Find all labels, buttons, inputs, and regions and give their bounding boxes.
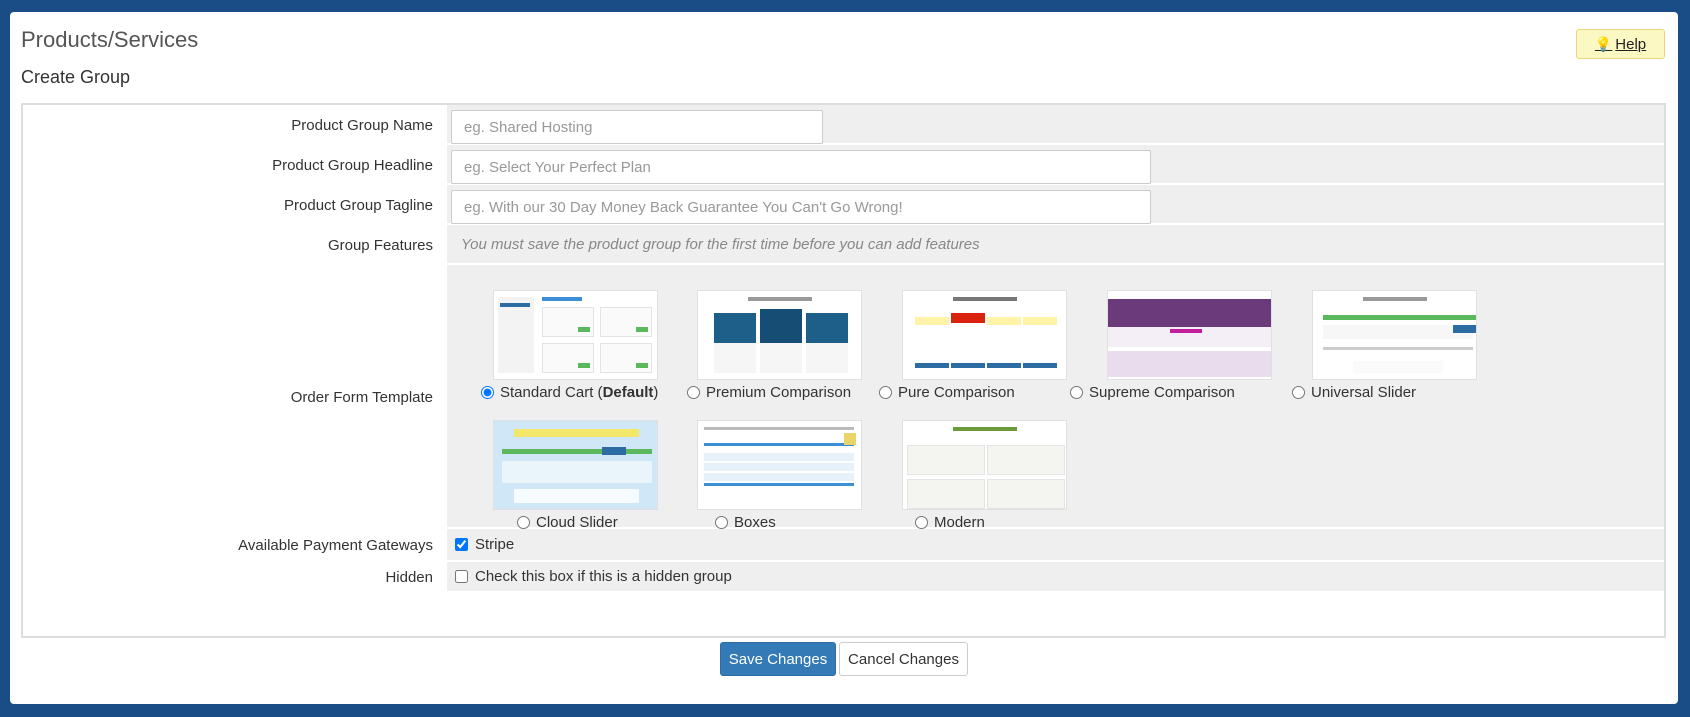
group-features-note: You must save the product group for the … <box>461 235 980 253</box>
premium-comparison-label: Premium Comparison <box>706 384 852 401</box>
pure-comparison-label: Pure Comparison <box>898 384 1015 401</box>
group-name-field-cell <box>447 105 1664 145</box>
row-group-name: Product Group Name <box>23 105 1664 145</box>
template-option-universal-slider[interactable]: Universal Slider <box>1292 384 1416 401</box>
save-changes-button[interactable]: Save Changes <box>720 642 836 676</box>
group-features-field-cell: You must save the product group for the … <box>447 225 1664 265</box>
supreme-comparison-label: Supreme Comparison <box>1089 384 1235 401</box>
row-tagline: Product Group Tagline <box>23 185 1664 225</box>
hidden-label: Hidden <box>23 562 440 593</box>
lightbulb-icon: 💡 <box>1594 35 1613 52</box>
group-name-label: Product Group Name <box>23 105 440 145</box>
cancel-changes-button[interactable]: Cancel Changes <box>839 642 968 676</box>
tagline-field-cell <box>447 185 1664 225</box>
standard-cart-label: Standard Cart (Default) <box>500 384 659 401</box>
stripe-checkbox[interactable] <box>455 538 468 551</box>
payment-gateways-field-cell: Stripe <box>447 529 1664 562</box>
row-order-form-template: Order Form Template Standard Cart (Defau… <box>23 265 1664 531</box>
hidden-checkbox-text: Check this box if this is a hidden group <box>475 568 732 585</box>
hidden-field-cell: Check this box if this is a hidden group <box>447 562 1664 593</box>
stripe-label: Stripe <box>475 536 515 553</box>
create-group-form: Product Group Name Product Group Headlin… <box>21 103 1666 638</box>
hidden-option[interactable]: Check this box if this is a hidden group <box>455 562 732 591</box>
universal-slider-label: Universal Slider <box>1311 384 1417 401</box>
order-form-template-field-cell: Standard Cart (Default) Premium Comparis… <box>447 265 1664 531</box>
headline-field-cell <box>447 145 1664 185</box>
standard-cart-radio[interactable] <box>481 386 494 399</box>
boxes-thumbnail[interactable] <box>697 420 862 510</box>
row-payment-gateways: Available Payment Gateways Stripe <box>23 529 1664 562</box>
help-button[interactable]: 💡 Help <box>1576 29 1665 59</box>
gateway-stripe[interactable]: Stripe <box>455 529 514 560</box>
main-panel: Products/Services Create Group 💡 Help Pr… <box>10 12 1678 704</box>
section-title: Create Group <box>21 67 131 87</box>
tagline-label: Product Group Tagline <box>23 185 440 225</box>
template-option-supreme-comparison[interactable]: Supreme Comparison <box>1070 384 1235 401</box>
row-headline: Product Group Headline <box>23 145 1664 185</box>
supreme-comparison-radio[interactable] <box>1070 386 1083 399</box>
payment-gateways-label: Available Payment Gateways <box>23 529 440 562</box>
hidden-checkbox[interactable] <box>455 570 468 583</box>
order-form-template-label: Order Form Template <box>23 265 440 529</box>
cloud-slider-thumbnail[interactable] <box>493 420 658 510</box>
page-title: Products/Services <box>21 27 199 52</box>
universal-slider-thumbnail[interactable] <box>1312 290 1477 380</box>
premium-comparison-radio[interactable] <box>687 386 700 399</box>
row-group-features: Group Features You must save the product… <box>23 225 1664 265</box>
group-features-label: Group Features <box>23 225 440 265</box>
modern-radio[interactable] <box>915 516 928 529</box>
template-option-premium-comparison[interactable]: Premium Comparison <box>687 384 851 401</box>
group-name-input[interactable] <box>451 110 823 144</box>
supreme-comparison-thumbnail[interactable] <box>1107 290 1272 380</box>
template-option-pure-comparison[interactable]: Pure Comparison <box>879 384 1015 401</box>
boxes-radio[interactable] <box>715 516 728 529</box>
pure-comparison-radio[interactable] <box>879 386 892 399</box>
cloud-slider-radio[interactable] <box>517 516 530 529</box>
pure-comparison-thumbnail[interactable] <box>902 290 1067 380</box>
modern-thumbnail[interactable] <box>902 420 1067 510</box>
headline-input[interactable] <box>451 150 1151 184</box>
headline-label: Product Group Headline <box>23 145 440 185</box>
standard-cart-thumbnail[interactable] <box>493 290 658 380</box>
template-option-standard-cart[interactable]: Standard Cart (Default) <box>481 384 658 401</box>
help-label: Help <box>1615 35 1647 53</box>
universal-slider-radio[interactable] <box>1292 386 1305 399</box>
premium-comparison-thumbnail[interactable] <box>697 290 862 380</box>
tagline-input[interactable] <box>451 190 1151 224</box>
row-hidden: Hidden Check this box if this is a hidde… <box>23 562 1664 593</box>
